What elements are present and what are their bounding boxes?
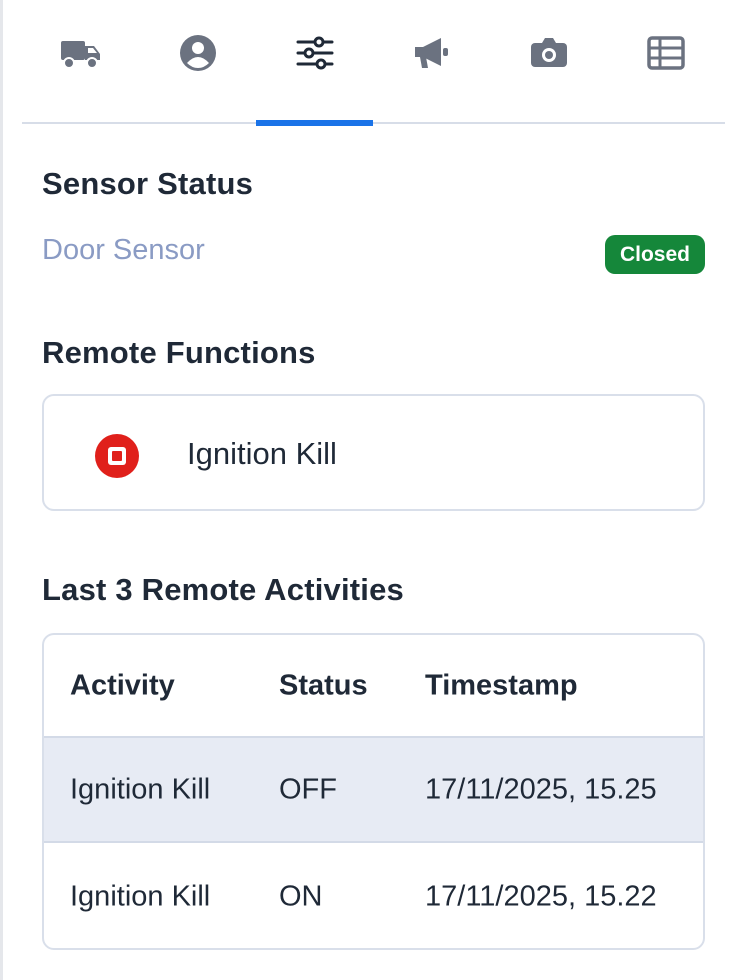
panel-left-border [0,0,3,980]
door-sensor-label: Door Sensor [42,234,205,266]
timestamp-cell: 17/11/2025, 15.25 [425,773,657,805]
column-header-status: Status [279,669,368,701]
activity-cell: Ignition Kill [70,773,211,805]
activities-title: Last 3 Remote Activities [42,572,404,607]
ignition-kill-label: Ignition Kill [187,436,337,471]
status-cell: ON [279,880,323,912]
tab-bar [22,0,725,126]
tab-camera[interactable] [490,0,607,124]
ignition-kill-button[interactable]: Ignition Kill [42,394,705,511]
activities-table: Activity Status Timestamp Ignition Kill … [42,633,705,950]
megaphone-icon [414,38,448,68]
status-cell: OFF [279,773,337,805]
table-row: Ignition Kill ON 17/11/2025, 15.22 [44,843,703,948]
sensor-status-title: Sensor Status [42,166,254,201]
stop-circle-icon [95,434,139,478]
timestamp-cell: 17/11/2025, 15.22 [425,880,657,912]
table-icon [646,36,685,70]
table-row: Ignition Kill OFF 17/11/2025, 15.25 [44,736,703,843]
column-header-timestamp: Timestamp [425,669,578,701]
tab-table[interactable] [607,0,724,124]
remote-functions-title: Remote Functions [42,335,316,370]
tab-driver[interactable] [139,0,256,124]
table-header-row: Activity Status Timestamp [44,635,703,736]
door-sensor-status-badge: Closed [605,235,705,274]
sliders-icon [296,36,333,70]
user-icon [179,35,216,71]
activity-cell: Ignition Kill [70,880,211,912]
tab-announcements[interactable] [373,0,490,124]
tab-vehicle[interactable] [22,0,139,124]
camera-icon [530,38,567,67]
column-header-activity: Activity [70,669,175,701]
truck-icon [60,41,100,69]
tab-settings[interactable] [256,0,373,126]
